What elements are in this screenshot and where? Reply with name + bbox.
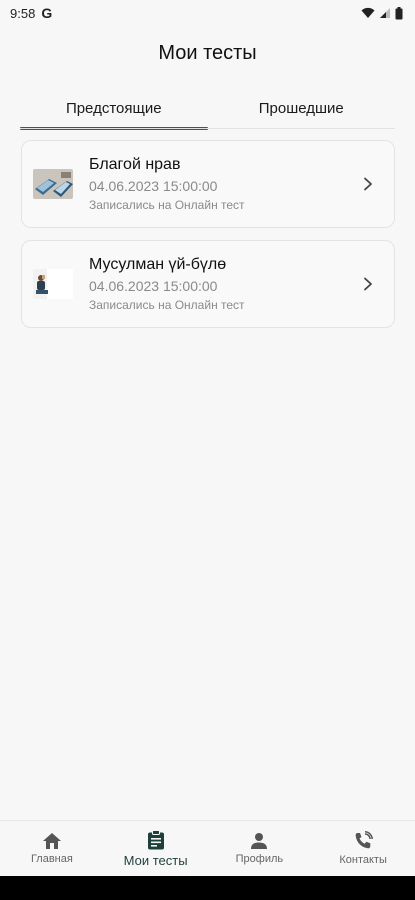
- nav-profile[interactable]: Профиль: [208, 821, 312, 876]
- test-title: Мусулман үй-бүлө: [89, 256, 227, 273]
- bottom-navigation: Главная Мои тесты Профиль Контакты: [0, 820, 415, 876]
- status-time: 9:58: [10, 5, 36, 21]
- tab-upcoming[interactable]: Предстоящие: [20, 86, 208, 130]
- chevron-right-icon: [356, 177, 380, 191]
- test-card-body: Мусулман үй-бүлө 04.06.2023 15:00:00 Зап…: [89, 256, 356, 312]
- status-bar: 9:58 G: [0, 0, 415, 26]
- person-icon: [251, 833, 268, 849]
- test-title: Благой нрав: [89, 156, 181, 173]
- status-right: [361, 6, 403, 20]
- nav-home-label: Главная: [30, 853, 73, 865]
- nav-my-tests-label: Мои тесты: [123, 852, 188, 868]
- tab-divider: [20, 128, 395, 129]
- signal-icon: [380, 8, 390, 18]
- test-card-body: Благой нрав 04.06.2023 15:00:00 Записали…: [89, 156, 356, 212]
- tab-upcoming-label: Предстоящие: [65, 99, 162, 117]
- chevron-right-icon: [356, 277, 380, 291]
- tab-past-label: Прошедшие: [258, 99, 344, 117]
- system-navigation-bar: [0, 876, 415, 900]
- family-image: [33, 269, 73, 299]
- nav-profile-label: Профиль: [235, 853, 284, 865]
- test-registration-note: Записались на Онлайн тест: [89, 298, 245, 312]
- test-card[interactable]: Благой нрав 04.06.2023 15:00:00 Записали…: [21, 140, 395, 228]
- status-left: 9:58 G: [10, 5, 52, 21]
- nav-contacts-label: Контакты: [339, 854, 387, 866]
- page-title: Мои тесты: [158, 42, 257, 64]
- phone-call-icon: [355, 831, 374, 849]
- test-registration-note: Записались на Онлайн тест: [89, 198, 245, 212]
- home-icon: [42, 833, 61, 849]
- tab-bar: Предстоящие Прошедшие: [20, 86, 395, 130]
- battery-icon: [395, 6, 403, 19]
- wifi-icon: [361, 7, 375, 18]
- books-image: [33, 169, 73, 199]
- tab-past[interactable]: Прошедшие: [208, 86, 396, 130]
- test-card[interactable]: Мусулман үй-бүлө 04.06.2023 15:00:00 Зап…: [21, 240, 395, 328]
- clipboard-icon: [147, 829, 164, 849]
- test-datetime: 04.06.2023 15:00:00: [89, 178, 218, 194]
- nav-my-tests[interactable]: Мои тесты: [104, 821, 208, 876]
- nav-home[interactable]: Главная: [0, 821, 104, 876]
- test-datetime: 04.06.2023 15:00:00: [89, 278, 218, 294]
- nav-contacts[interactable]: Контакты: [311, 821, 415, 876]
- google-g-icon: G: [41, 5, 53, 21]
